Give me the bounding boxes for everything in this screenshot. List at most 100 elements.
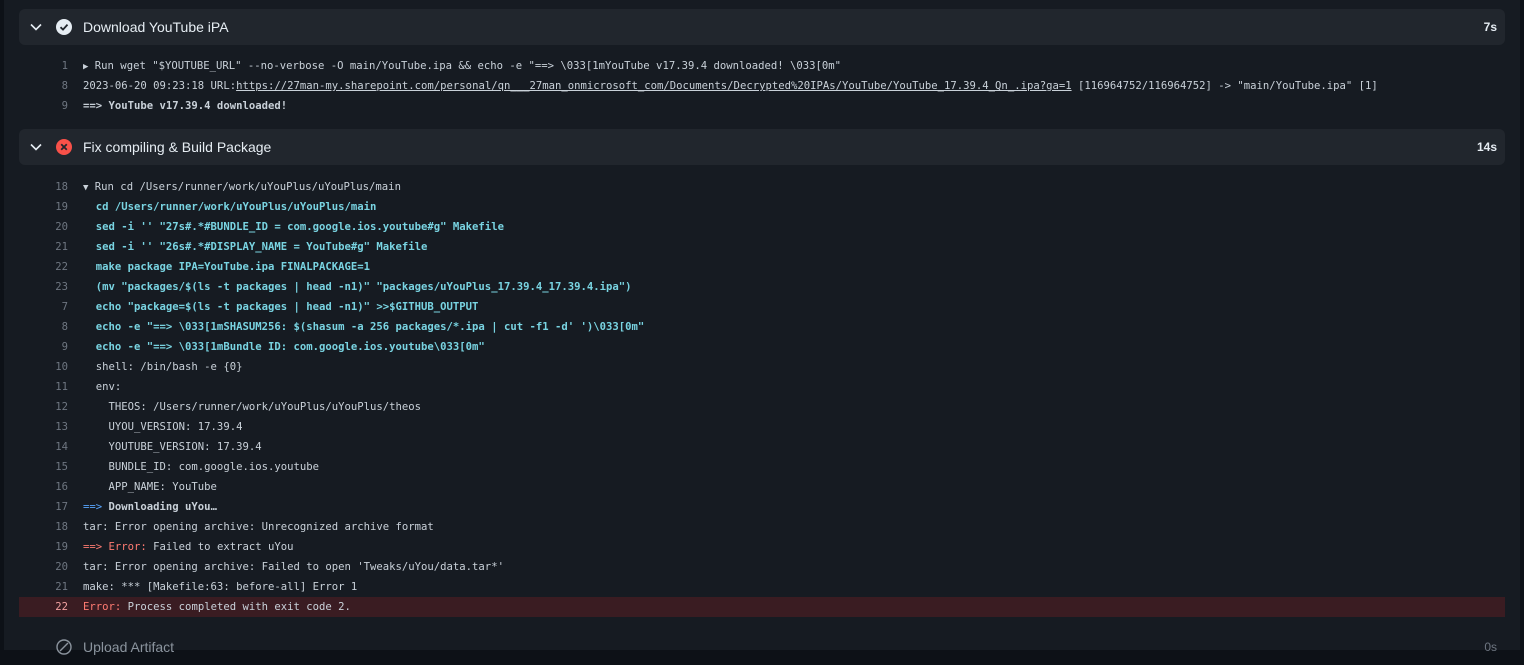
skipped-circle-icon bbox=[56, 639, 72, 655]
log-text: echo "package=$(ls -t packages | head -n… bbox=[83, 297, 479, 317]
line-number: 15 bbox=[55, 461, 68, 473]
log-segment: ==> YouTube v17.39.4 downloaded! bbox=[83, 100, 288, 112]
line-number: 9 bbox=[61, 100, 68, 112]
log-segment: env: bbox=[83, 381, 122, 393]
log-segment: APP_NAME: YouTube bbox=[83, 481, 217, 493]
step-title: Fix compiling & Build Package bbox=[83, 139, 272, 155]
log-command: sed -i '' "27s#.*#BUNDLE_ID = com.google… bbox=[83, 221, 504, 233]
check-circle-icon bbox=[56, 19, 72, 35]
line-number: 10 bbox=[55, 361, 68, 373]
step-download-youtube-ipa[interactable]: Download YouTube iPA 7s bbox=[19, 9, 1505, 45]
log-text: make package IPA=YouTube.ipa FINALPACKAG… bbox=[83, 257, 370, 277]
step-duration: 14s bbox=[1476, 140, 1497, 154]
log-segment: Run cd /Users/runner/work/uYouPlus/uYouP… bbox=[88, 181, 401, 193]
log-segment: shell: /bin/bash -e {0} bbox=[83, 361, 243, 373]
log-line[interactable]: 18 ▼ Run cd /Users/runner/work/uYouPlus/u… bbox=[19, 177, 1505, 197]
log-segment: THEOS: /Users/runner/work/uYouPlus/uYouP… bbox=[83, 401, 422, 413]
line-number: 22 bbox=[55, 601, 68, 613]
log-segment: tar: Error opening archive: Unrecognized… bbox=[83, 521, 434, 533]
log-arrow: ==> bbox=[83, 501, 109, 513]
log-line[interactable]: 13 UYOU_VERSION: 17.39.4 bbox=[19, 417, 1505, 437]
line-number: 13 bbox=[55, 421, 68, 433]
log-line[interactable]: 11 env: bbox=[19, 377, 1505, 397]
log-line[interactable]: 21 sed -i '' "26s#.*#DISPLAY_NAME = YouT… bbox=[19, 237, 1505, 257]
log-text: ==> Downloading uYou… bbox=[83, 497, 217, 517]
log-line[interactable]: 1 ▶ Run wget "$YOUTUBE_URL" --no-verbose … bbox=[19, 56, 1505, 76]
chevron-down-icon[interactable] bbox=[29, 20, 43, 34]
log-line[interactable]: 7 echo "package=$(ls -t packages | head … bbox=[19, 297, 1505, 317]
log-text: BUNDLE_ID: com.google.ios.youtube bbox=[83, 457, 320, 477]
log-line[interactable]: 22 make package IPA=YouTube.ipa FINALPAC… bbox=[19, 257, 1505, 277]
log-error-label: ==> Error: bbox=[83, 541, 147, 553]
log-line[interactable]: 18 tar: Error opening archive: Unrecogniz… bbox=[19, 517, 1505, 537]
log-line[interactable]: 9 echo -e "==> \033[1mBundle ID: com.goo… bbox=[19, 337, 1505, 357]
log-text: sed -i '' "27s#.*#BUNDLE_ID = com.google… bbox=[83, 217, 504, 237]
log-line[interactable]: 23 (mv "packages/$(ls -t packages | head… bbox=[19, 277, 1505, 297]
log-text: echo -e "==> \033[1mBundle ID: com.googl… bbox=[83, 337, 485, 357]
log-link[interactable]: https://27man-my.sharepoint.com/personal… bbox=[236, 80, 1072, 92]
log-text: 2023-06-20 09:23:18 URL:https://27man-my… bbox=[83, 76, 1378, 96]
log-line[interactable]: 15 BUNDLE_ID: com.google.ios.youtube bbox=[19, 457, 1505, 477]
log-text: YOUTUBE_VERSION: 17.39.4 bbox=[83, 437, 262, 457]
log-line[interactable]: 14 YOUTUBE_VERSION: 17.39.4 bbox=[19, 437, 1505, 457]
log-text: UYOU_VERSION: 17.39.4 bbox=[83, 417, 243, 437]
log-segment: [116964752/116964752] -> "main/YouTube.i… bbox=[1071, 80, 1378, 92]
line-number: 19 bbox=[55, 201, 68, 213]
log-command: echo -e "==> \033[1mBundle ID: com.googl… bbox=[83, 341, 485, 353]
line-number: 1 bbox=[61, 60, 68, 72]
log-text: tar: Error opening archive: Failed to op… bbox=[83, 557, 504, 577]
log-segment: Process completed with exit code 2. bbox=[121, 601, 351, 613]
line-number: 14 bbox=[55, 441, 68, 453]
log-text: THEOS: /Users/runner/work/uYouPlus/uYouP… bbox=[83, 397, 422, 417]
step-log-build: 18 ▼ Run cd /Users/runner/work/uYouPlus/u… bbox=[19, 177, 1505, 617]
log-text: ▼ Run cd /Users/runner/work/uYouPlus/uYo… bbox=[83, 177, 401, 198]
log-text: shell: /bin/bash -e {0} bbox=[83, 357, 243, 377]
x-circle-icon bbox=[56, 139, 72, 155]
log-line[interactable]: 8 echo -e "==> \033[1mSHASUM256: $(shasu… bbox=[19, 317, 1505, 337]
log-command: (mv "packages/$(ls -t packages | head -n… bbox=[83, 281, 632, 293]
line-number: 18 bbox=[55, 181, 68, 193]
log-line[interactable]: 10 shell: /bin/bash -e {0} bbox=[19, 357, 1505, 377]
line-number: 11 bbox=[55, 381, 68, 393]
line-number: 9 bbox=[61, 341, 68, 353]
log-text: APP_NAME: YouTube bbox=[83, 477, 217, 497]
log-command: make package IPA=YouTube.ipa FINALPACKAG… bbox=[83, 261, 371, 273]
line-number: 19 bbox=[55, 541, 68, 553]
step-duration: 0s bbox=[1484, 640, 1497, 654]
log-segment: make: *** [Makefile:63: before-all] Erro… bbox=[83, 581, 358, 593]
log-line[interactable]: 19 cd /Users/runner/work/uYouPlus/uYouPl… bbox=[19, 197, 1505, 217]
line-number: 20 bbox=[55, 221, 68, 233]
line-number: 18 bbox=[55, 521, 68, 533]
log-line[interactable]: 17 ==> Downloading uYou… bbox=[19, 497, 1505, 517]
log-line[interactable]: 16 APP_NAME: YouTube bbox=[19, 477, 1505, 497]
log-timestamp: 2023-06-20 09:23:18 URL: bbox=[83, 80, 237, 92]
log-line[interactable]: 8 2023-06-20 09:23:18 URL:https://27man-m… bbox=[19, 76, 1505, 96]
log-text: env: bbox=[83, 377, 122, 397]
log-line[interactable]: 20 sed -i '' "27s#.*#BUNDLE_ID = com.goo… bbox=[19, 217, 1505, 237]
line-number: 12 bbox=[55, 401, 68, 413]
line-number: 20 bbox=[55, 561, 68, 573]
step-log-download: 1 ▶ Run wget "$YOUTUBE_URL" --no-verbose … bbox=[19, 56, 1505, 116]
log-line[interactable]: 21 make: *** [Makefile:63: before-all] Er… bbox=[19, 577, 1505, 597]
line-number: 8 bbox=[61, 80, 68, 92]
line-number: 7 bbox=[61, 301, 68, 313]
line-number: 16 bbox=[55, 481, 68, 493]
step-fix-compiling-build-package[interactable]: Fix compiling & Build Package 14s bbox=[19, 129, 1505, 165]
step-upload-artifact[interactable]: Upload Artifact 0s bbox=[19, 629, 1505, 665]
log-line[interactable]: 19 ==> Error: Failed to extract uYou bbox=[19, 537, 1505, 557]
log-line[interactable]: 22 Error: Process completed with exit cod… bbox=[19, 597, 1505, 617]
chevron-down-icon[interactable] bbox=[29, 140, 43, 154]
line-number: 23 bbox=[55, 281, 68, 293]
log-line[interactable]: 12 THEOS: /Users/runner/work/uYouPlus/uY… bbox=[19, 397, 1505, 417]
log-line[interactable]: 9 ==> YouTube v17.39.4 downloaded! bbox=[19, 96, 1505, 116]
log-command: echo "package=$(ls -t packages | head -n… bbox=[83, 301, 479, 313]
log-line[interactable]: 20 tar: Error opening archive: Failed to … bbox=[19, 557, 1505, 577]
log-text: ==> Error: Failed to extract uYou bbox=[83, 537, 293, 557]
log-segment: Failed to extract uYou bbox=[146, 541, 294, 553]
line-number: 21 bbox=[55, 241, 68, 253]
log-segment: BUNDLE_ID: com.google.ios.youtube bbox=[83, 461, 320, 473]
log-text: echo -e "==> \033[1mSHASUM256: $(shasum … bbox=[83, 317, 645, 337]
log-error-label: Error: bbox=[83, 601, 122, 613]
line-number: 21 bbox=[55, 581, 68, 593]
log-command: echo -e "==> \033[1mSHASUM256: $(shasum … bbox=[83, 321, 645, 333]
